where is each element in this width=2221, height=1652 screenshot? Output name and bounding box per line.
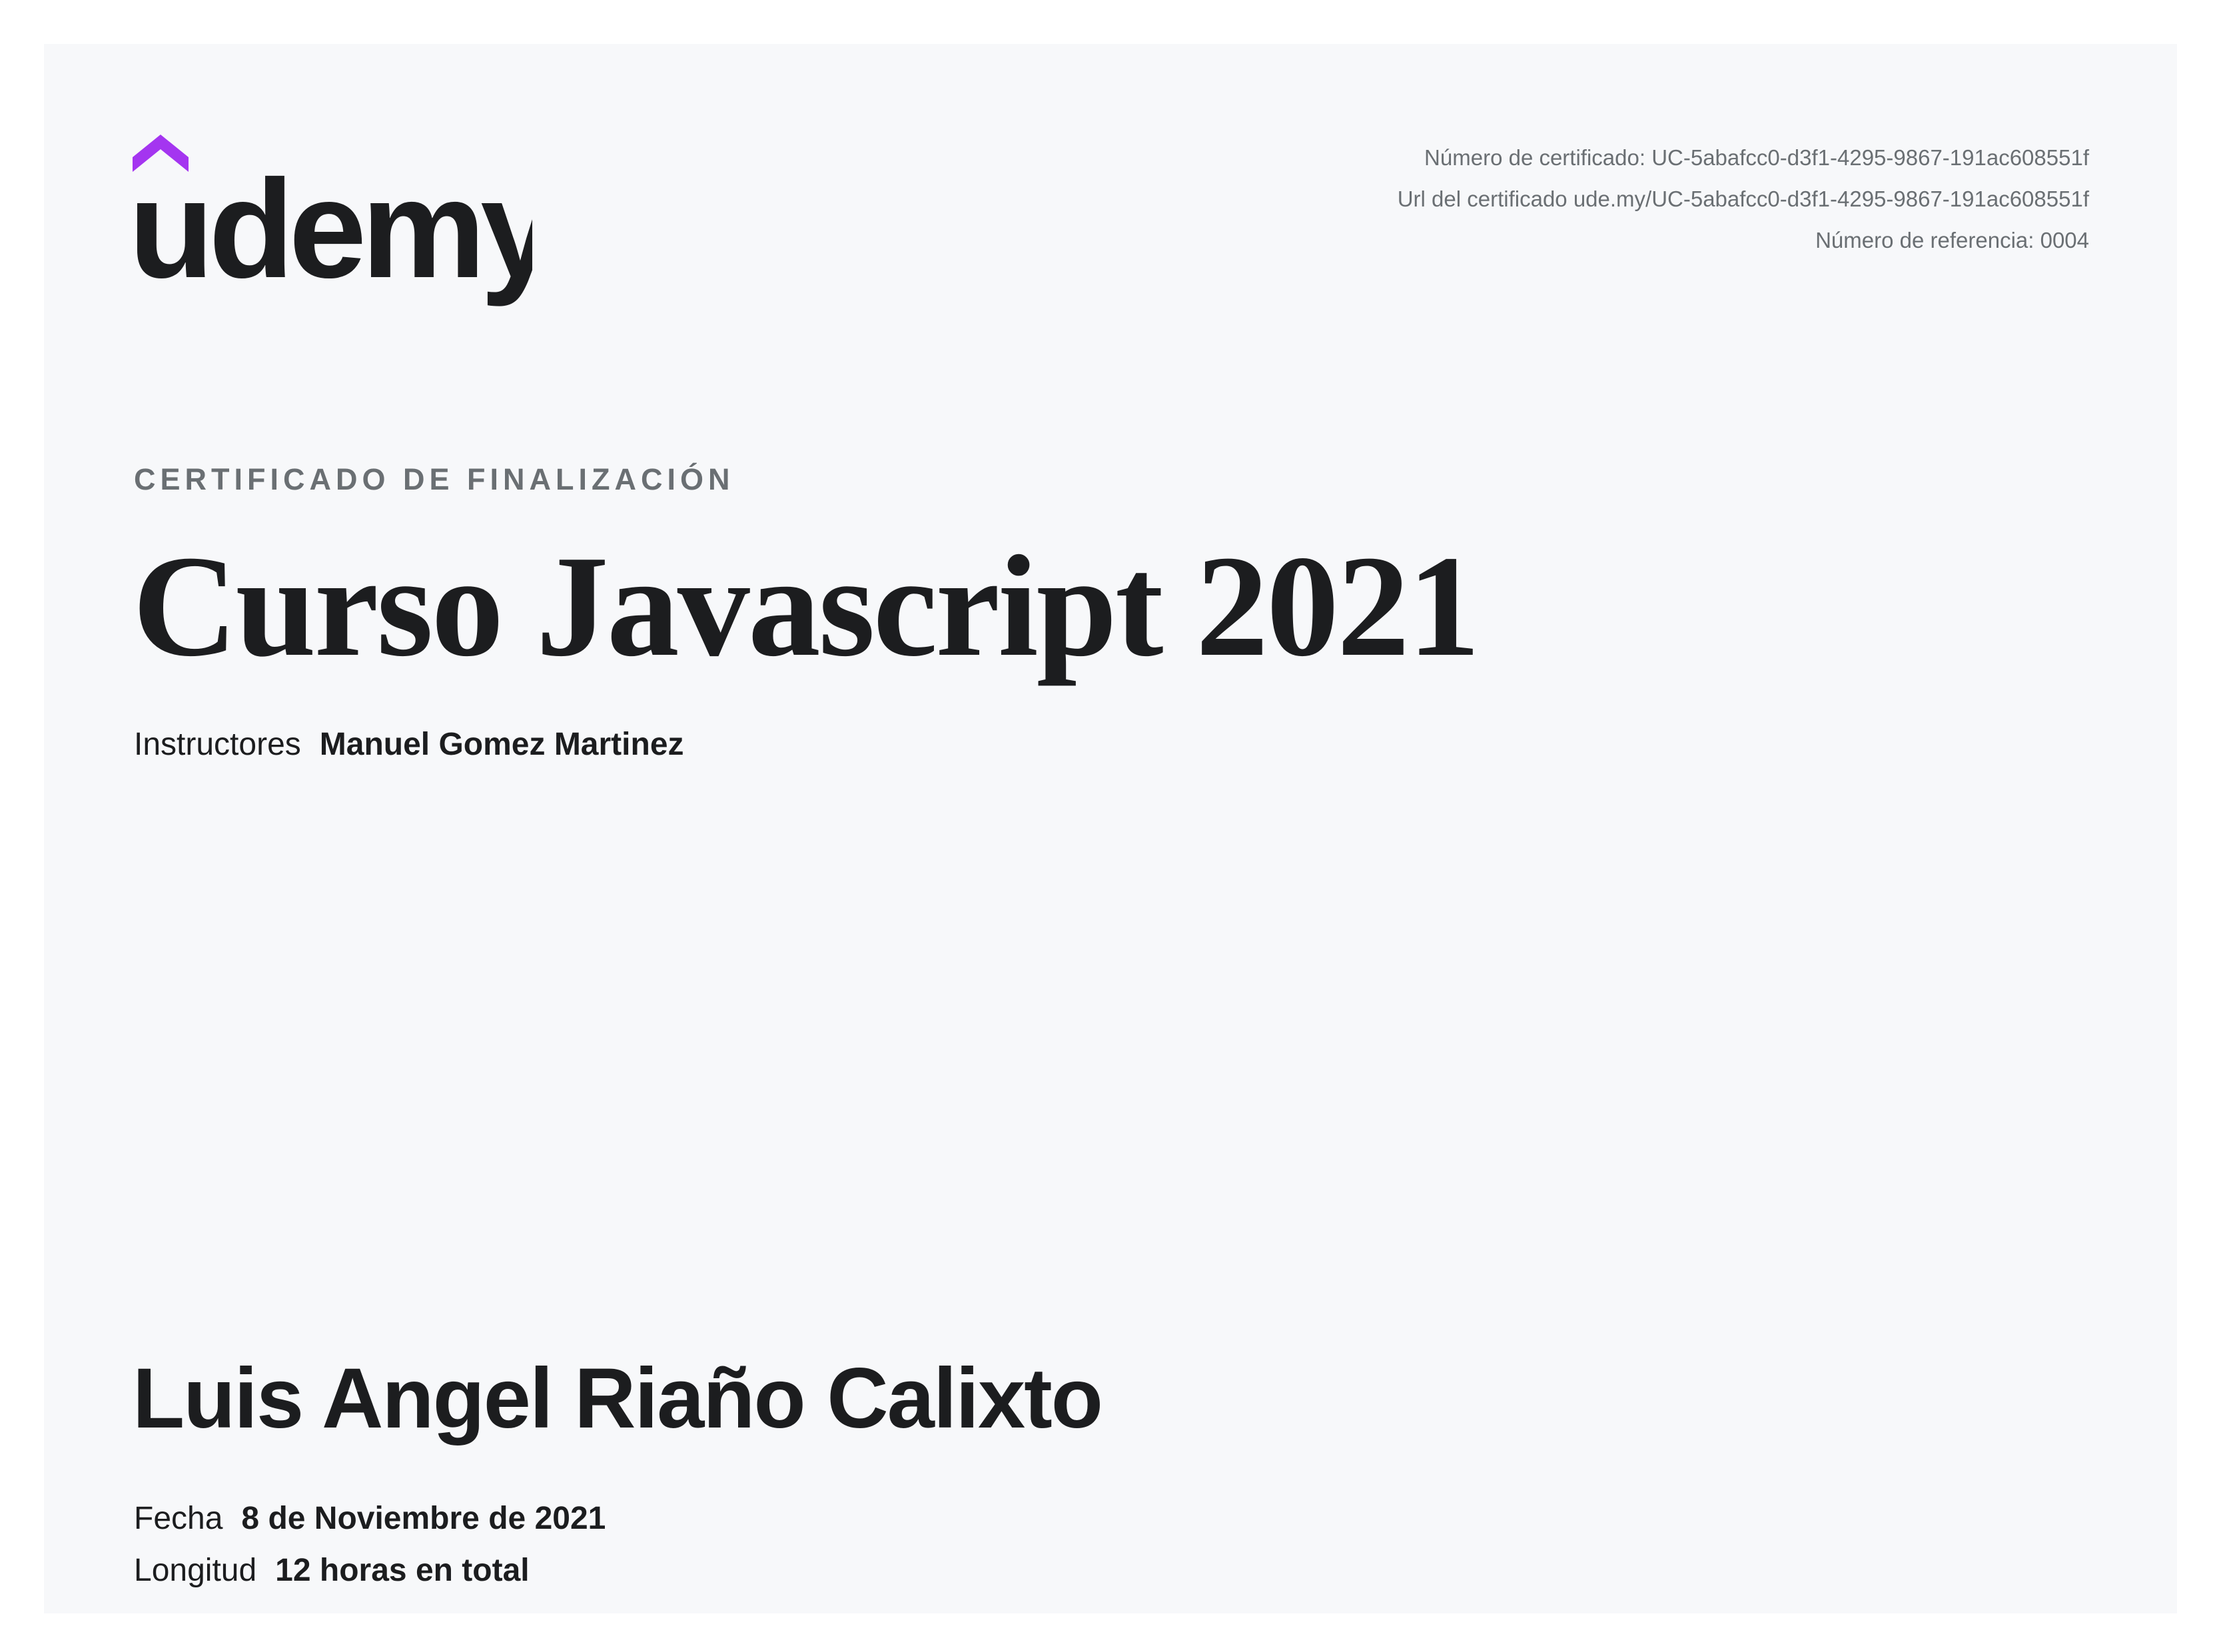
instructors-value: Manuel Gomez Martinez — [319, 727, 684, 762]
certificate-meta: Número de certificado: UC-5abafcc0-d3f1-… — [1398, 137, 2089, 261]
certificate-url[interactable]: Url del certificado ude.my/UC-5abafcc0-d… — [1398, 179, 2089, 220]
student-name: Luis Angel Riaño Calixto — [133, 1351, 1103, 1446]
instructors-row: Instructores Manuel Gomez Martinez — [134, 726, 684, 763]
length-label: Longitud — [134, 1553, 257, 1588]
date-value: 8 de Noviembre de 2021 — [241, 1501, 606, 1536]
length-row: Longitud 12 horas en total — [134, 1552, 530, 1589]
udemy-logo-graphic: udemy — [133, 135, 532, 307]
certificate-sheet: udemy Número de certificado: UC-5abafcc0… — [44, 44, 2177, 1613]
certificate-number: Número de certificado: UC-5abafcc0-d3f1-… — [1424, 145, 2089, 170]
reference-number: Número de referencia: 0004 — [1815, 228, 2089, 252]
course-title: Curso Javascript 2021 — [133, 526, 1480, 687]
udemy-logo: udemy — [133, 132, 532, 318]
udemy-logo-wordmark: udemy — [133, 151, 532, 307]
date-label: Fecha — [134, 1501, 223, 1536]
certificate-kicker: CERTIFICADO DE FINALIZACIÓN — [134, 462, 735, 496]
length-value: 12 horas en total — [275, 1553, 530, 1588]
instructors-label: Instructores — [134, 727, 301, 762]
date-row: Fecha 8 de Noviembre de 2021 — [134, 1500, 606, 1537]
